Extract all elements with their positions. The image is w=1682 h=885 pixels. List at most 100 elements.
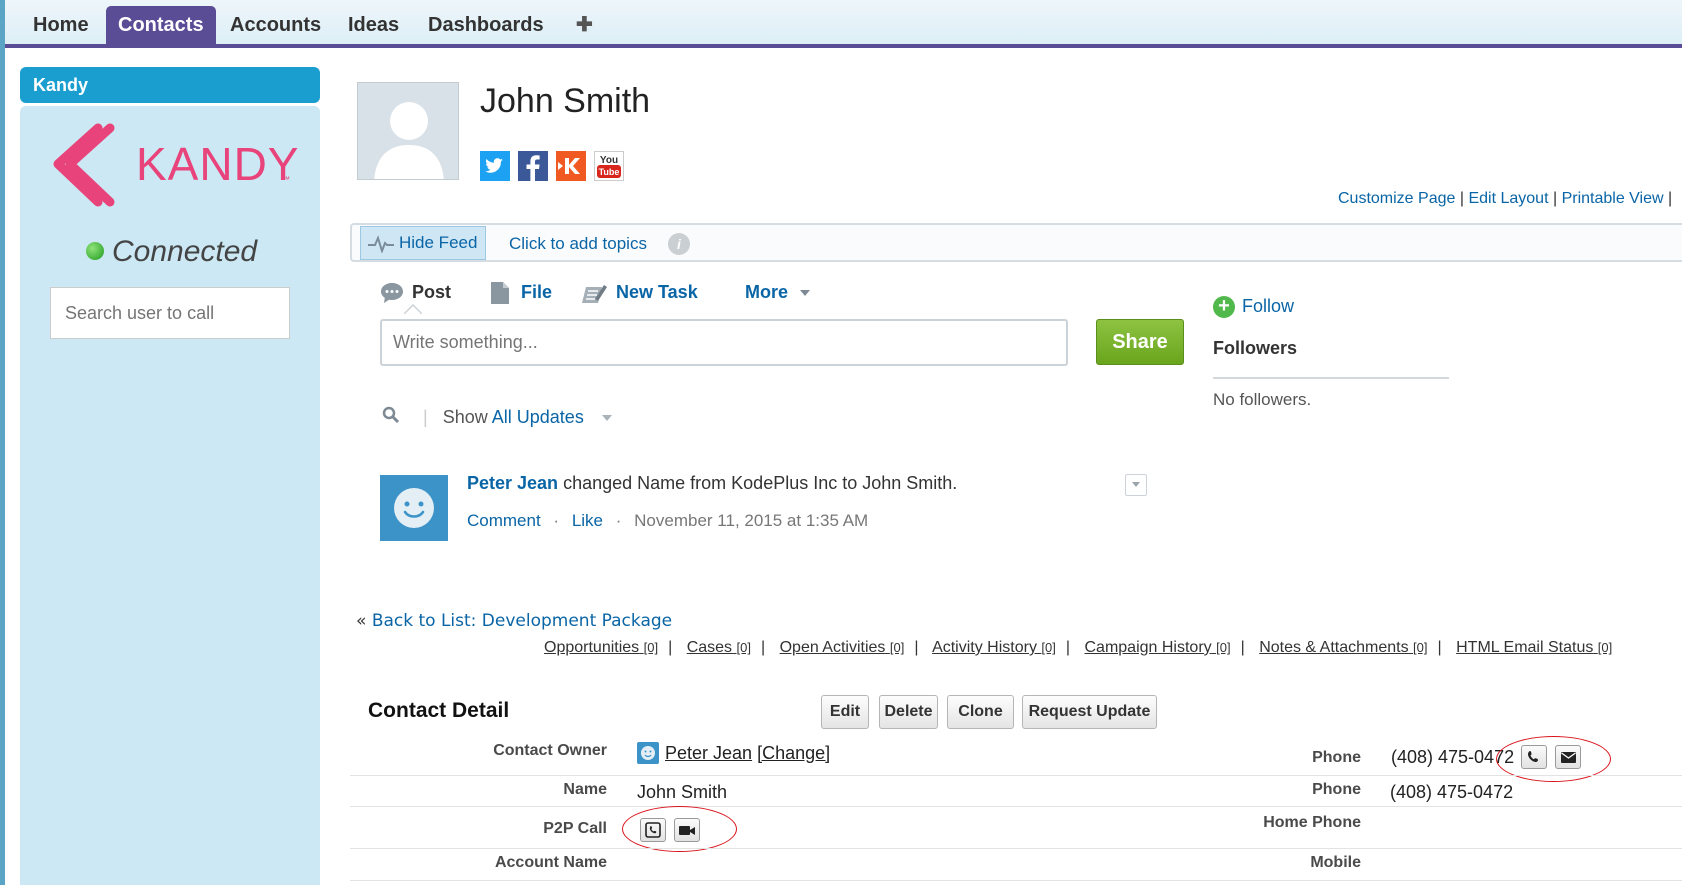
feed-action-text: changed Name from KodePlus Inc to John S…	[563, 473, 958, 493]
p2p-call-label: P2P Call	[543, 820, 607, 837]
more-tab[interactable]: More	[745, 282, 811, 303]
related-cases[interactable]: Cases [0]	[687, 639, 751, 656]
sidebar-title: Kandy	[20, 67, 320, 103]
row-divider	[350, 775, 1682, 776]
edit-button[interactable]: Edit	[821, 695, 869, 729]
p2p-highlight-ellipse	[622, 806, 737, 852]
request-update-button[interactable]: Request Update	[1022, 695, 1157, 729]
post-icon	[381, 283, 403, 303]
delete-button[interactable]: Delete	[879, 695, 938, 729]
feed-timestamp: November 11, 2015 at 1:35 AM	[634, 511, 869, 530]
facebook-icon[interactable]	[518, 151, 548, 181]
kandy-logo-text: KANDY	[136, 138, 298, 190]
owner-avatar-icon	[637, 742, 659, 764]
chevron-down-icon	[800, 290, 811, 296]
page-links: Customize Page | Edit Layout | Printable…	[1338, 190, 1672, 208]
klout-icon[interactable]	[556, 151, 586, 181]
like-link[interactable]: Like	[572, 511, 603, 530]
status-online-icon	[86, 242, 104, 260]
customize-page-link[interactable]: Customize Page	[1338, 190, 1455, 207]
feed-filter: | Show All Updates	[382, 406, 613, 428]
no-followers-text: No followers.	[1213, 390, 1312, 409]
tab-accounts[interactable]: Accounts	[218, 6, 333, 46]
active-tab-pointer	[404, 304, 422, 314]
kandy-logo-tm: ™	[282, 175, 290, 184]
contact-avatar	[357, 82, 459, 180]
youtube-icon[interactable]: You Tube	[594, 151, 624, 181]
search-user-input[interactable]	[50, 287, 290, 339]
name-value: John Smith	[637, 782, 728, 802]
related-list-links: Opportunities [0] | Cases [0] | Open Activ…	[544, 639, 1613, 656]
filter-divider: |	[423, 407, 428, 427]
file-icon	[491, 282, 509, 304]
back-to-list-link[interactable]: Back to List: Development Package	[372, 611, 672, 631]
post-input[interactable]	[380, 319, 1068, 366]
comment-link[interactable]: Comment	[467, 511, 541, 530]
connection-status: Connected	[112, 235, 258, 268]
youtube-bottom-text: Tube	[599, 167, 620, 177]
info-icon[interactable]: i	[668, 233, 690, 255]
related-activity-history[interactable]: Activity History [0]	[932, 639, 1056, 656]
meta-dot: ·	[615, 511, 622, 530]
share-button[interactable]: Share	[1096, 319, 1184, 365]
name-label: Name	[563, 781, 607, 798]
tab-home[interactable]: Home	[21, 6, 101, 46]
twitter-icon[interactable]	[480, 151, 510, 181]
followers-heading: Followers	[1213, 338, 1298, 358]
follow-plus-icon[interactable]: +	[1213, 296, 1235, 318]
feed-item-menu[interactable]	[1125, 474, 1147, 496]
hide-feed-button[interactable]: Hide Feed	[360, 226, 486, 260]
feed-actor-link[interactable]: Peter Jean	[467, 473, 558, 493]
mobile-label: Mobile	[1310, 854, 1361, 871]
tab-ideas[interactable]: Ideas	[336, 6, 411, 46]
post-tab[interactable]: Post	[412, 282, 451, 303]
contact-detail-title: Contact Detail	[368, 699, 510, 722]
back-to-list: « Back to List: Development Package	[356, 611, 672, 631]
add-topics-link[interactable]: Click to add topics	[509, 234, 647, 254]
edit-layout-link[interactable]: Edit Layout	[1468, 190, 1548, 207]
feed-pulse-icon	[368, 235, 394, 253]
related-campaign-history[interactable]: Campaign History [0]	[1085, 639, 1231, 656]
back-prefix: «	[356, 611, 367, 631]
chevron-down-icon[interactable]	[601, 413, 613, 423]
feed-user-avatar[interactable]	[380, 475, 448, 541]
search-icon[interactable]	[382, 406, 400, 424]
new-task-icon	[582, 285, 607, 303]
tab-dashboards[interactable]: Dashboards	[416, 6, 556, 46]
more-label: More	[745, 282, 789, 302]
contact-name: John Smith	[480, 82, 651, 120]
add-tab-icon[interactable]: ✚	[564, 6, 605, 46]
related-html-email-status[interactable]: HTML Email Status [0]	[1456, 639, 1612, 656]
link-separator: |	[1459, 190, 1464, 207]
file-tab[interactable]: File	[521, 282, 552, 303]
phone2-value: (408) 475-0472	[1390, 782, 1514, 802]
printable-view-link[interactable]: Printable View	[1562, 190, 1664, 207]
hide-feed-label: Hide Feed	[399, 233, 478, 252]
related-notes-attachments[interactable]: Notes & Attachments [0]	[1259, 639, 1427, 656]
new-task-tab[interactable]: New Task	[616, 282, 698, 303]
meta-dot: ·	[553, 511, 560, 530]
left-stripe	[0, 48, 5, 885]
row-divider	[350, 806, 1682, 807]
link-separator: |	[1668, 190, 1673, 207]
tab-bar: Home Contacts Accounts Ideas Dashboards …	[0, 0, 1682, 48]
owner-link[interactable]: Peter Jean	[665, 743, 752, 763]
clone-button[interactable]: Clone	[947, 695, 1014, 729]
row-divider	[350, 880, 1682, 881]
chevron-down-icon	[1132, 482, 1140, 487]
phone-label: Phone	[1312, 749, 1361, 766]
owner-change-link[interactable]: [Change]	[757, 743, 830, 763]
related-open-activities[interactable]: Open Activities [0]	[780, 639, 905, 656]
filter-all-updates[interactable]: All Updates	[492, 407, 584, 427]
tab-contacts[interactable]: Contacts	[106, 6, 216, 46]
account-name-label: Account Name	[494, 854, 607, 871]
followers-divider	[1213, 377, 1449, 379]
contact-owner-value: Peter Jean [Change]	[665, 743, 830, 764]
row-divider	[350, 848, 1682, 849]
kandy-logo: KANDY ™	[53, 123, 298, 207]
related-opportunities[interactable]: Opportunities [0]	[544, 639, 658, 656]
phone2-label: Phone	[1312, 781, 1361, 798]
feed-item-text: Peter Jean changed Name from KodePlus In…	[467, 473, 957, 494]
youtube-top-text: You	[600, 155, 618, 166]
follow-link[interactable]: Follow	[1242, 296, 1294, 317]
